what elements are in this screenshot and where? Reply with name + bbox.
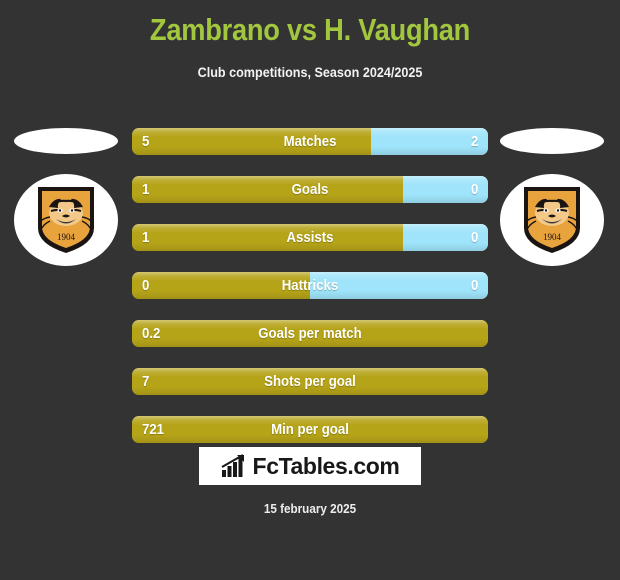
stat-row: 1 Assists 0 [132,224,488,251]
page-subtitle: Club competitions, Season 2024/2025 [197,64,423,80]
away-club-disc: 1904 [500,174,604,266]
stat-row: 0.2 Goals per match [132,320,488,347]
stat-label: Hattricks [281,277,339,294]
hull-city-crest-icon: 1904 [38,187,94,253]
home-club-disc: 1904 [14,174,118,266]
home-value: 7 [142,373,150,390]
stat-row: 7 Shots per goal [132,368,488,395]
stat-label: Matches [283,133,337,150]
stat-label: Assists [286,229,334,246]
svg-text:1904: 1904 [543,232,562,242]
bar-chart-growth-icon [221,454,244,477]
stat-label: Goals per match [258,325,362,342]
stat-row: 721 Min per goal [132,416,488,443]
away-value: 0 [470,181,478,198]
away-value: 2 [470,133,478,150]
away-value: 0 [470,277,478,294]
page-title: Zambrano vs H. Vaughan [149,12,471,47]
stat-rows: 5 Matches 2 1 Goals 0 1 Assists 0 0 Hattricks 0 0.2 G… [132,128,488,464]
stat-row: 0 Hattricks 0 [132,272,488,299]
away-crest-top-ellipse [500,128,604,154]
home-value: 1 [142,181,150,198]
away-club-crest-slot: 1904 [498,120,608,270]
home-crest-top-ellipse [14,128,118,154]
home-value: 1 [142,229,150,246]
fctables-logo[interactable]: FcTables.com [199,447,421,485]
home-value: 0 [142,277,150,294]
svg-text:1904: 1904 [57,232,76,242]
footer-date: 15 february 2025 [263,501,357,516]
stat-label: Shots per goal [264,373,356,390]
stat-label: Goals [291,181,329,198]
home-value: 5 [142,133,150,150]
home-club-crest-slot: 1904 [12,120,122,270]
stat-label: Min per goal [271,421,349,438]
stat-row: 5 Matches 2 [132,128,488,155]
stat-row: 1 Goals 0 [132,176,488,203]
fctables-brand-text: FcTables.com [252,453,400,479]
hull-city-crest-icon: 1904 [524,187,580,253]
stats-comparison-card: Zambrano vs H. Vaughan Club competitions… [0,0,620,580]
away-value: 0 [470,229,478,246]
